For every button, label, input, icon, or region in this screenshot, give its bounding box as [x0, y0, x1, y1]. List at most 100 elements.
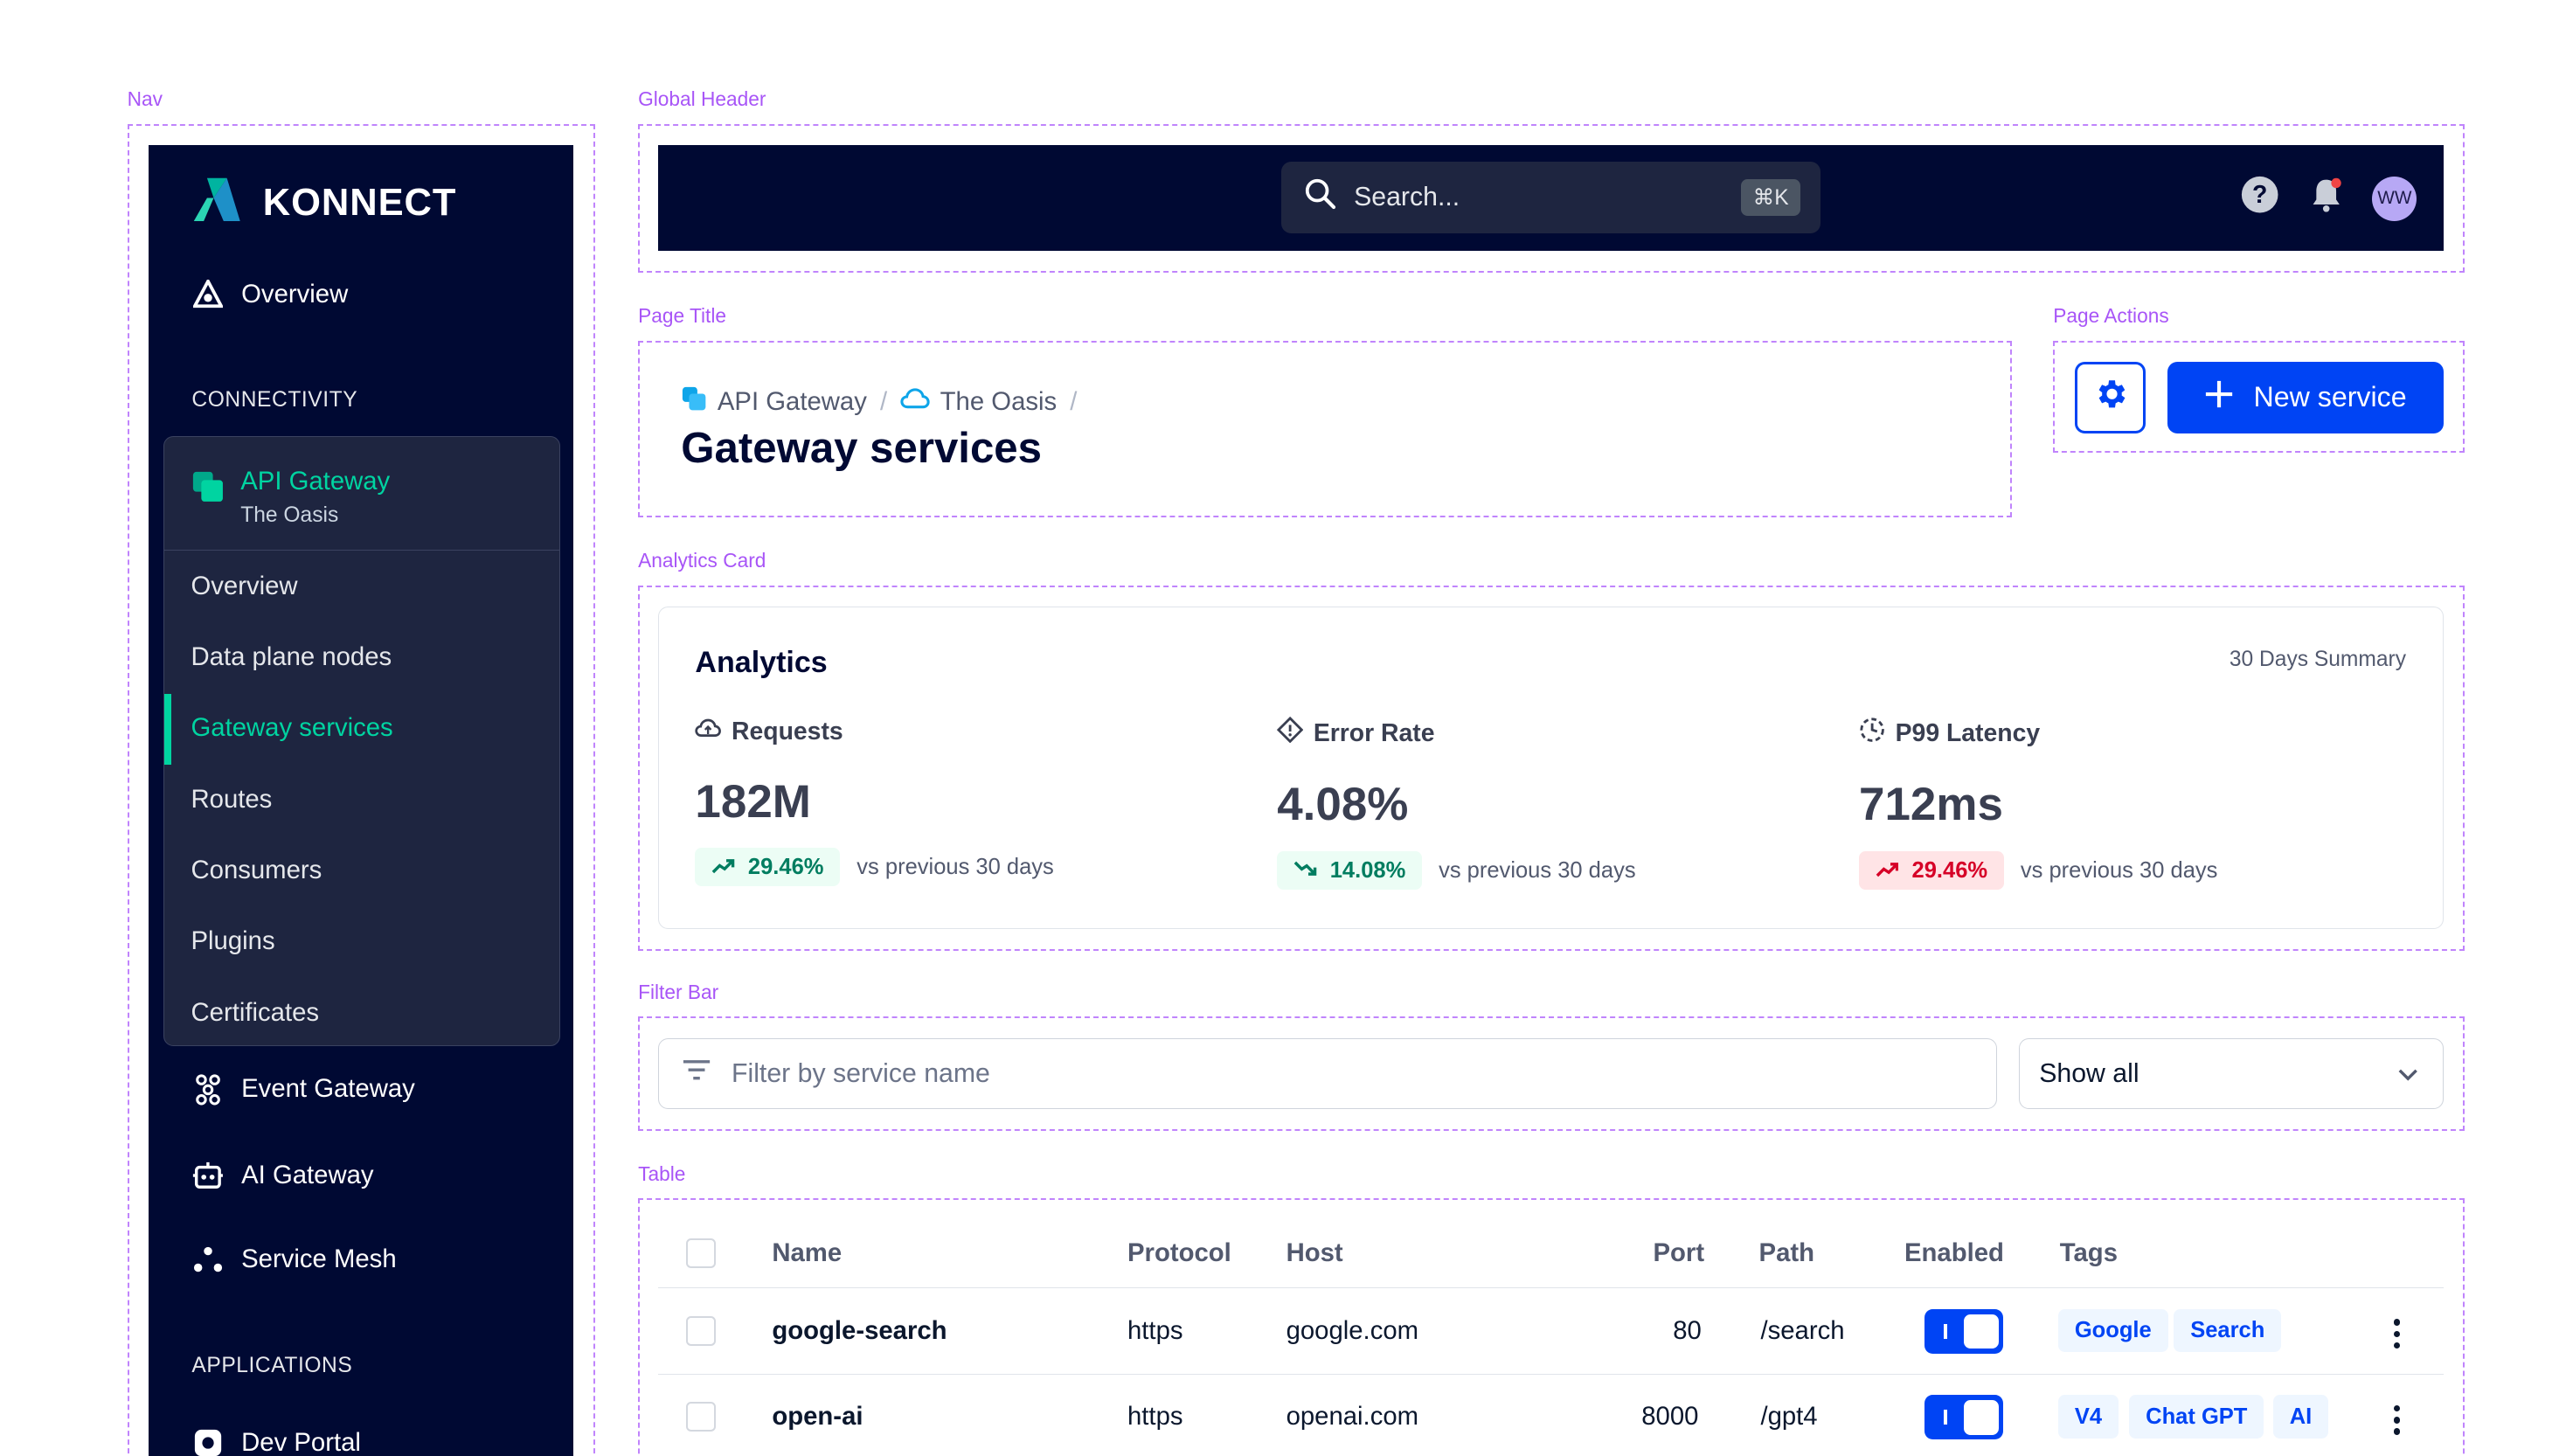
search-icon — [1304, 177, 1337, 218]
gear-icon — [2092, 376, 2129, 419]
status-select[interactable]: Show all — [2018, 1037, 2444, 1110]
chevron-down-icon — [2396, 1059, 2419, 1089]
active-indicator — [164, 693, 171, 765]
table-divider — [657, 1373, 2444, 1375]
warning-diamond-icon — [1277, 716, 1304, 750]
annotation-nav: Nav — [127, 87, 163, 111]
column-header-name[interactable]: Name — [772, 1238, 842, 1268]
page-title: Gateway services — [681, 424, 1042, 473]
column-header-enabled[interactable]: Enabled — [1904, 1238, 2004, 1268]
column-header-protocol[interactable]: Protocol — [1127, 1238, 1231, 1268]
row-checkbox[interactable] — [685, 1401, 717, 1432]
trend-up-icon — [711, 855, 735, 880]
user-avatar[interactable]: WW — [2372, 176, 2417, 221]
annotation-page-actions: Page Actions — [2053, 304, 2169, 328]
analytics-summary: 30 Days Summary — [2229, 647, 2407, 671]
metric-label: Error Rate — [1313, 718, 1435, 747]
konnect-logo-icon — [191, 175, 244, 232]
global-search[interactable]: Search... ⌘K — [1280, 162, 1820, 233]
nav-item-dev-portal[interactable]: Dev Portal — [191, 1426, 361, 1456]
sub-item-gateway-services[interactable]: Gateway services — [191, 713, 393, 743]
notification-bell-icon[interactable] — [2306, 175, 2346, 221]
sub-item-plugins[interactable]: Plugins — [191, 926, 275, 956]
sub-item-certificates[interactable]: Certificates — [191, 998, 320, 1028]
tag[interactable]: V4 — [2057, 1395, 2119, 1439]
trend-badge: 29.46% — [695, 848, 841, 887]
trend-down-icon — [1293, 858, 1317, 884]
select-all-checkbox[interactable] — [685, 1238, 717, 1268]
nav-item-label: AI Gateway — [241, 1160, 374, 1189]
tag[interactable]: AI — [2272, 1395, 2329, 1439]
nav-item-service-mesh[interactable]: Service Mesh — [191, 1243, 397, 1276]
new-service-button[interactable]: New service — [2167, 362, 2444, 433]
settings-button[interactable] — [2074, 362, 2146, 433]
sub-item-consumers[interactable]: Consumers — [191, 856, 322, 885]
breadcrumb-separator: / — [1070, 386, 1078, 416]
brand-logo[interactable]: KONNECT — [191, 175, 457, 232]
column-header-tags[interactable]: Tags — [2060, 1238, 2118, 1268]
nav-item-event-gateway[interactable]: Event Gateway — [191, 1073, 415, 1106]
nav-section-connectivity: CONNECTIVITY — [191, 388, 358, 413]
service-mesh-icon — [191, 1243, 225, 1276]
annotation-global-header: Global Header — [638, 87, 766, 111]
breadcrumb-separator: / — [880, 386, 888, 416]
column-header-host[interactable]: Host — [1286, 1238, 1343, 1268]
svg-text:?: ? — [2252, 182, 2267, 210]
analytics-title: Analytics — [695, 645, 828, 679]
nav-item-overview[interactable]: Overview — [191, 278, 348, 311]
column-header-path[interactable]: Path — [1759, 1238, 1815, 1268]
tag[interactable]: Google — [2057, 1309, 2168, 1353]
annotation-filter-bar: Filter Bar — [638, 980, 719, 1003]
robot-icon — [191, 1159, 225, 1192]
cell-name[interactable]: google-search — [772, 1316, 947, 1346]
help-icon[interactable]: ? — [2240, 175, 2279, 221]
filter-input[interactable]: Filter by service name — [657, 1037, 1997, 1110]
enabled-toggle[interactable] — [1924, 1395, 2004, 1440]
cloud-upload-icon — [695, 717, 722, 746]
sub-item-routes[interactable]: Routes — [191, 785, 273, 815]
api-gateway-icon — [191, 467, 225, 528]
analytics-card: Analytics 30 Days Summary Requests 182M … — [657, 607, 2444, 929]
cloud-icon — [900, 387, 930, 417]
brand-name: KONNECT — [262, 182, 457, 225]
row-actions-menu-icon[interactable] — [2392, 1404, 2402, 1435]
tag[interactable]: Search — [2174, 1309, 2282, 1353]
row-actions-menu-icon[interactable] — [2392, 1319, 2402, 1349]
event-gateway-icon — [191, 1073, 225, 1106]
sub-item-overview[interactable]: Overview — [191, 572, 298, 601]
cell-name[interactable]: open-ai — [772, 1402, 863, 1432]
cell-protocol: https — [1127, 1401, 1183, 1431]
select-value: Show all — [2039, 1058, 2139, 1088]
cell-port: 80 — [1673, 1315, 1702, 1345]
tag[interactable]: Chat GPT — [2129, 1395, 2264, 1439]
trend-comparison: vs previous 30 days — [856, 854, 1054, 879]
overview-icon — [191, 278, 225, 311]
enabled-toggle[interactable] — [1924, 1309, 2004, 1355]
nav-item-label: Overview — [241, 279, 349, 309]
breadcrumb-the-oasis[interactable]: The Oasis — [940, 387, 1058, 417]
metric-value: 182M — [695, 775, 811, 828]
dev-portal-icon — [191, 1426, 225, 1456]
breadcrumb-api-gateway[interactable]: API Gateway — [718, 387, 867, 417]
metric-p99-latency: P99 Latency 712ms 29.46% vs previous 30 … — [1859, 717, 2404, 891]
metric-label: P99 Latency — [1895, 718, 2041, 747]
sub-item-data-plane-nodes[interactable]: Data plane nodes — [191, 642, 392, 672]
cell-port: 8000 — [1641, 1401, 1699, 1431]
nav-item-label: Dev Portal — [241, 1428, 361, 1456]
cell-path: /gpt4 — [1760, 1401, 1818, 1431]
row-checkbox[interactable] — [685, 1315, 717, 1346]
nav-group-header[interactable]: API Gateway The Oasis — [191, 467, 391, 528]
column-header-port[interactable]: Port — [1654, 1238, 1705, 1268]
annotation-analytics-card: Analytics Card — [638, 548, 766, 572]
cell-host: openai.com — [1286, 1401, 1419, 1431]
filter-icon — [682, 1058, 711, 1088]
metric-value: 712ms — [1859, 779, 2003, 831]
nav-group-subtitle: The Oasis — [240, 503, 339, 527]
new-service-label: New service — [2253, 381, 2407, 413]
metric-label: Requests — [732, 717, 843, 745]
search-placeholder: Search... — [1354, 183, 1460, 211]
nav-group-title: API Gateway — [240, 467, 391, 496]
trend-up-icon — [1876, 858, 1899, 884]
nav-item-ai-gateway[interactable]: AI Gateway — [191, 1159, 374, 1192]
divider — [164, 549, 560, 551]
